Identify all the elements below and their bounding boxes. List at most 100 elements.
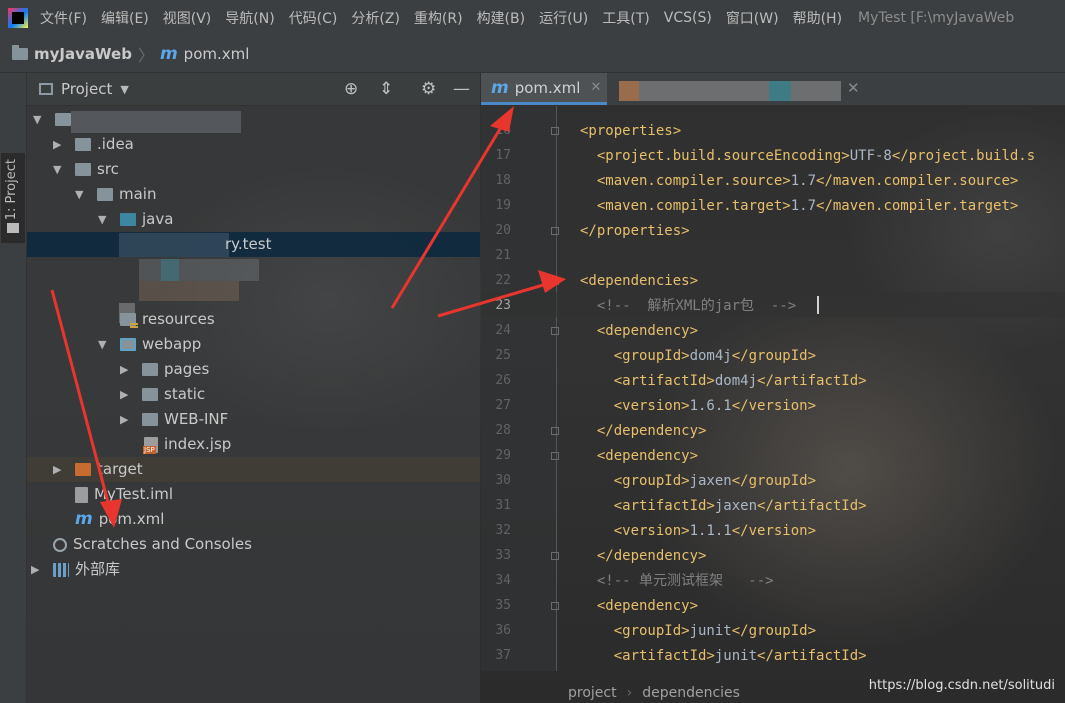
menu-refactor[interactable]: 重构(R): [414, 8, 463, 28]
code-line[interactable]: <maven.compiler.target>1.7</maven.compil…: [580, 194, 1018, 219]
breadcrumb-file[interactable]: m pom.xml: [160, 44, 249, 64]
crosshair-icon[interactable]: ⊕: [344, 79, 358, 99]
tree-row-pom-xml[interactable]: m pom.xml: [75, 507, 164, 532]
code-line[interactable]: <groupId>junit</groupId>: [580, 619, 816, 644]
menu-vcs[interactable]: VCS(S): [664, 10, 712, 26]
code-line[interactable]: <dependency>: [580, 594, 698, 619]
xml-tag: <dependencies>: [580, 273, 699, 289]
code-line[interactable]: <dependency>: [580, 444, 698, 469]
line-number: 17: [495, 148, 511, 163]
chevron-right-icon[interactable]: ▶: [120, 407, 134, 432]
collapse-all-icon[interactable]: ⇕: [379, 79, 393, 99]
fold-marker-icon[interactable]: [551, 427, 559, 435]
fold-marker-icon[interactable]: [551, 602, 559, 610]
tree-row-label: java: [142, 210, 174, 228]
line-number: 29: [495, 448, 511, 463]
code-line[interactable]: <artifactId>dom4j</artifactId>: [580, 369, 867, 394]
code-line[interactable]: </dependency>: [580, 544, 707, 569]
chevron-down-icon[interactable]: ▼: [120, 83, 128, 96]
fold-marker-icon[interactable]: [551, 277, 559, 285]
line-number: 32: [495, 523, 511, 538]
menu-run[interactable]: 运行(U): [539, 8, 588, 28]
project-view-selector[interactable]: Project: [61, 80, 112, 98]
chevron-right-icon[interactable]: ▶: [31, 557, 45, 582]
menu-navigate[interactable]: 导航(N): [225, 8, 274, 28]
menu-view[interactable]: 视图(V): [163, 8, 212, 28]
chevron-right-icon[interactable]: ▶: [53, 132, 67, 157]
gear-icon[interactable]: ⚙: [421, 79, 436, 99]
fold-marker-icon[interactable]: [551, 227, 559, 235]
code-line[interactable]: <!-- 单元测试框架 -->: [580, 569, 774, 594]
code-line[interactable]: <!-- 解析XML的jar包 -->: [580, 294, 796, 319]
code-line[interactable]: <artifactId>jaxen</artifactId>: [580, 494, 867, 519]
menu-file[interactable]: 文件(F): [40, 8, 87, 28]
chevron-down-icon[interactable]: ▼: [33, 107, 47, 132]
xml-tag: <artifactId>: [580, 498, 715, 514]
tree-row-target[interactable]: ▶ target: [53, 457, 143, 482]
chevron-down-icon[interactable]: ▼: [53, 157, 67, 182]
tree-row-src[interactable]: ▼ src: [53, 157, 119, 182]
chevron-right-icon[interactable]: ▶: [120, 382, 134, 407]
xml-tag: </groupId>: [731, 348, 817, 364]
web-folder-icon: [120, 338, 136, 351]
blurred-region: [161, 259, 179, 281]
minimize-icon[interactable]: —: [453, 79, 470, 99]
code-line[interactable]: <groupId>jaxen</groupId>: [580, 469, 816, 494]
code-line[interactable]: <version>1.1.1</version>: [580, 519, 816, 544]
code-line[interactable]: <dependencies>: [580, 269, 698, 294]
code-line[interactable]: <dependency>: [580, 319, 698, 344]
chevron-right-icon[interactable]: ▶: [53, 457, 67, 482]
chevron-down-icon[interactable]: ▼: [98, 332, 112, 357]
code-line[interactable]: <properties>: [580, 119, 681, 144]
menu-help[interactable]: 帮助(H): [793, 8, 842, 28]
tab-pom-xml[interactable]: m pom.xml ✕: [481, 73, 607, 105]
menu-tools[interactable]: 工具(T): [602, 8, 649, 28]
blurred-region: [139, 281, 239, 301]
code-line[interactable]: <project.build.sourceEncoding>UTF-8</pro…: [580, 144, 1035, 169]
code-line[interactable]: </dependency>: [580, 419, 707, 444]
xml-tag: </dependency>: [580, 548, 707, 564]
menu-window[interactable]: 窗口(W): [726, 8, 779, 28]
breadcrumb-separator: 〉: [137, 46, 154, 65]
fold-marker-icon[interactable]: [551, 127, 559, 135]
breadcrumb-file-label: pom.xml: [183, 45, 250, 63]
code-line[interactable]: <version>1.6.1</version>: [580, 394, 816, 419]
fold-marker-icon[interactable]: [551, 327, 559, 335]
gutter-divider: [556, 106, 557, 671]
fold-marker-icon[interactable]: [551, 552, 559, 560]
line-number: 28: [495, 423, 511, 438]
chevron-right-icon[interactable]: ▶: [120, 357, 134, 382]
tree-row-mytest-iml[interactable]: MyTest.iml: [75, 482, 173, 507]
menu-analyze[interactable]: 分析(Z): [351, 8, 400, 28]
tree-row-java[interactable]: ▼ java: [98, 207, 173, 232]
tree-row-idea[interactable]: ▶ .idea: [53, 132, 134, 157]
xml-tag: </maven.compiler.target>: [816, 198, 1019, 214]
close-icon[interactable]: ✕: [847, 79, 860, 97]
close-icon[interactable]: ✕: [590, 80, 601, 95]
tree-row-static[interactable]: ▶ static: [120, 382, 205, 407]
menu-edit[interactable]: 编辑(E): [101, 8, 149, 28]
tree-row-main[interactable]: ▼ main: [75, 182, 156, 207]
chevron-down-icon[interactable]: ▼: [98, 207, 112, 232]
tree-row-index-jsp[interactable]: index.jsp: [143, 432, 231, 457]
chevron-down-icon[interactable]: ▼: [75, 182, 89, 207]
tree-row-web-inf[interactable]: ▶ WEB-INF: [120, 407, 228, 432]
editor-crumb-project[interactable]: project: [568, 685, 617, 701]
editor-crumb-dependencies[interactable]: dependencies: [642, 685, 740, 701]
code-line[interactable]: <groupId>dom4j</groupId>: [580, 344, 816, 369]
tab-blurred[interactable]: [619, 81, 841, 101]
project-tool-tab-label[interactable]: 1: Project: [4, 159, 19, 220]
breadcrumb-project[interactable]: myJavaWeb: [12, 45, 132, 63]
menu-build[interactable]: 构建(B): [477, 8, 526, 28]
menu-code[interactable]: 代码(C): [289, 8, 338, 28]
fold-marker-icon[interactable]: [551, 452, 559, 460]
tree-row-webapp[interactable]: ▼ webapp: [98, 332, 201, 357]
tree-row-external-libraries[interactable]: ▶ 外部库: [31, 557, 120, 582]
tree-row-scratches[interactable]: Scratches and Consoles: [53, 532, 252, 557]
code-line[interactable]: </properties>: [580, 219, 690, 244]
tree-row-resources[interactable]: resources: [120, 307, 215, 332]
folder-icon: [75, 163, 91, 176]
code-line[interactable]: <artifactId>junit</artifactId>: [580, 644, 867, 669]
tree-row-pages[interactable]: ▶ pages: [120, 357, 209, 382]
code-line[interactable]: <maven.compiler.source>1.7</maven.compil…: [580, 169, 1018, 194]
